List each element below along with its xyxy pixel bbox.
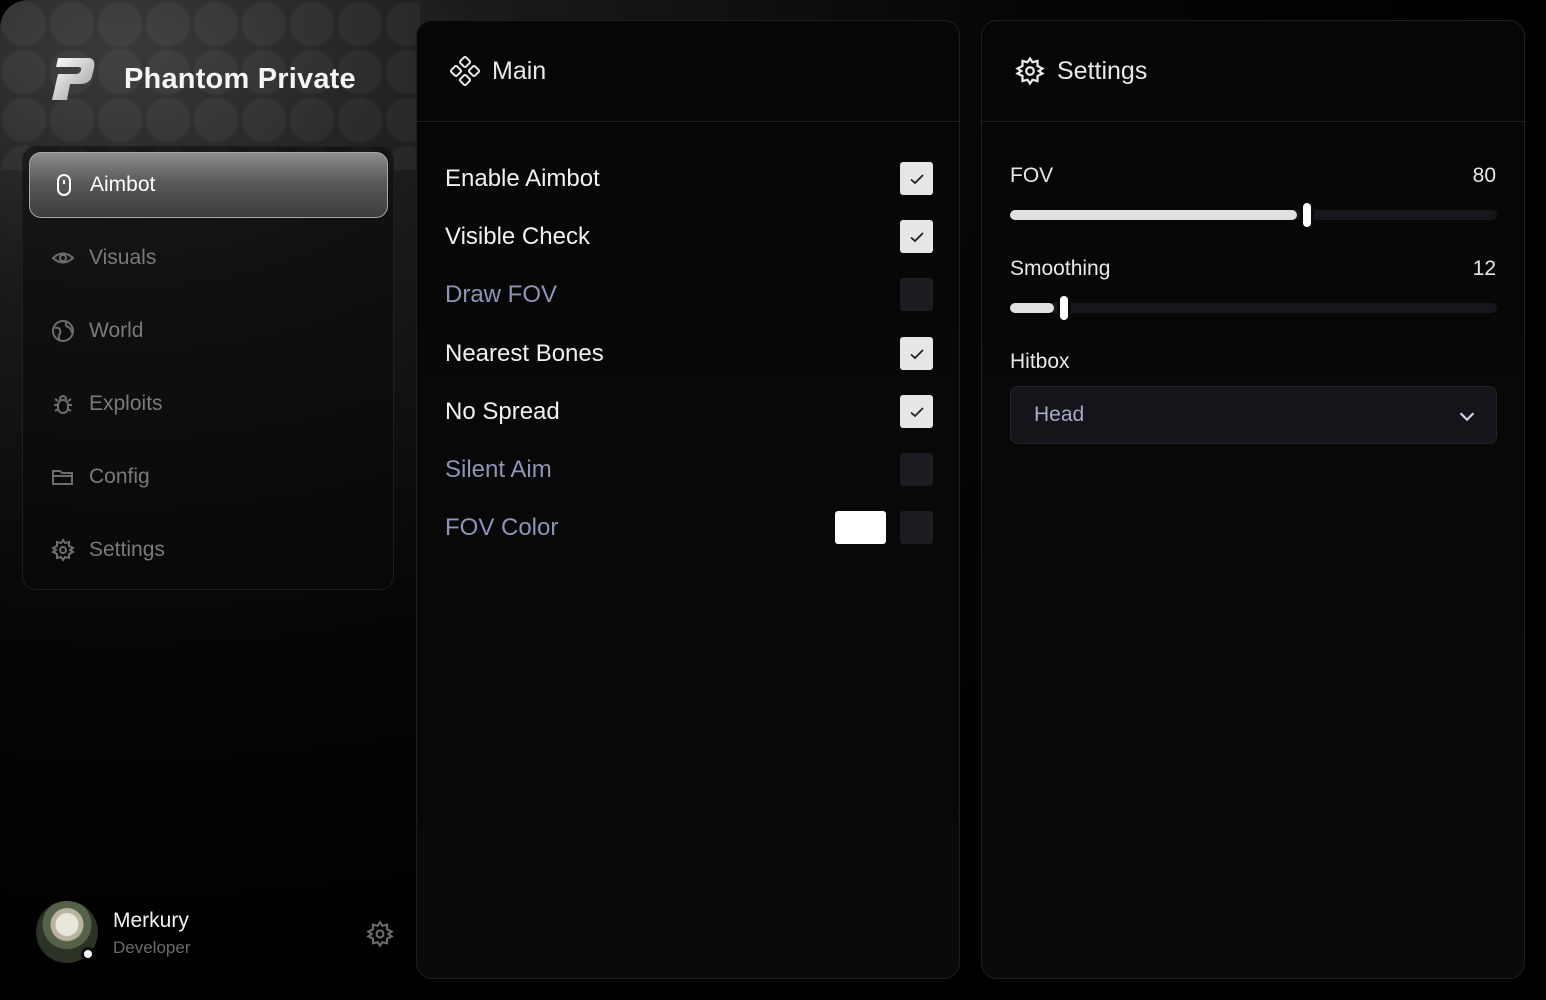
fov-slider-fill <box>1010 210 1297 220</box>
phantom-logo-icon <box>52 58 95 100</box>
eye-icon <box>51 246 75 270</box>
sidebar-item-aimbot[interactable]: Aimbot <box>29 152 388 218</box>
brand: Phantom Private <box>48 54 356 104</box>
smoothing-slider-fill <box>1010 303 1054 313</box>
silent-aim-checkbox[interactable] <box>900 453 933 486</box>
enable-aimbot-checkbox[interactable] <box>900 162 933 195</box>
option-row: Enable Aimbot <box>445 159 933 199</box>
folder-icon <box>51 465 75 489</box>
option-label: Silent Aim <box>445 456 552 483</box>
option-row: Visible Check <box>445 217 933 257</box>
fov-slider[interactable] <box>1010 200 1497 230</box>
option-label: No Spread <box>445 398 560 425</box>
settings-panel-header: Settings <box>982 21 1524 122</box>
smoothing-slider-thumb[interactable] <box>1057 293 1071 323</box>
option-row: Nearest Bones <box>445 334 933 374</box>
smoothing-label: Smoothing <box>1010 257 1111 280</box>
option-label: FOV Color <box>445 514 559 541</box>
user-name: Merkury <box>113 909 189 932</box>
main-panel-title: Main <box>492 56 547 85</box>
sidebar-item-visuals[interactable]: Visuals <box>29 225 388 291</box>
sidebar-item-label: Exploits <box>89 392 163 415</box>
option-row: Draw FOV <box>445 275 933 315</box>
checkmark-icon <box>909 231 924 242</box>
option-row: FOV Color <box>445 508 933 548</box>
main-panel: Main Enable Aimbot Visible Check Draw FO… <box>416 20 960 979</box>
sidebar-item-label: Settings <box>89 538 165 561</box>
hitbox-select[interactable]: Head <box>1010 386 1497 444</box>
hitbox-selected-value: Head <box>1034 403 1085 426</box>
mouse-icon <box>52 173 76 197</box>
fov-value: 80 <box>1472 164 1496 187</box>
diamond-grid-icon <box>450 56 480 86</box>
app-title: Phantom Private <box>124 62 356 95</box>
sidebar-item-label: Aimbot <box>90 173 156 196</box>
sidebar-nav: Aimbot Visuals World Exploits Config Set… <box>22 146 394 590</box>
fov-label: FOV <box>1010 164 1054 187</box>
online-status-dot <box>81 947 95 961</box>
no-spread-checkbox[interactable] <box>900 395 933 428</box>
app-window: Phantom Private Aimbot Visuals World Exp… <box>0 0 1546 1000</box>
fov-slider-thumb[interactable] <box>1300 200 1314 230</box>
bug-icon <box>51 392 75 416</box>
hitbox-label: Hitbox <box>1010 350 1070 373</box>
draw-fov-checkbox[interactable] <box>900 278 933 311</box>
main-panel-header: Main <box>417 21 959 122</box>
sidebar-item-world[interactable]: World <box>29 298 388 364</box>
visible-check-checkbox[interactable] <box>900 220 933 253</box>
checkmark-icon <box>909 173 924 184</box>
sidebar-item-label: Config <box>89 465 150 488</box>
gear-icon <box>1015 56 1045 86</box>
option-label: Nearest Bones <box>445 340 604 367</box>
globe-icon <box>51 319 75 343</box>
option-row: Silent Aim <box>445 450 933 490</box>
user-profile: Merkury Developer <box>36 901 396 965</box>
settings-panel-title: Settings <box>1057 56 1148 85</box>
sidebar-item-settings[interactable]: Settings <box>29 517 388 583</box>
smoothing-value: 12 <box>1472 257 1496 280</box>
user-settings-gear-icon[interactable] <box>366 920 394 948</box>
smoothing-slider[interactable] <box>1010 293 1497 323</box>
sidebar-item-config[interactable]: Config <box>29 444 388 510</box>
sidebar-item-label: World <box>89 319 144 342</box>
sidebar-item-exploits[interactable]: Exploits <box>29 371 388 437</box>
gear-icon <box>51 538 75 562</box>
user-role: Developer <box>113 938 191 957</box>
fov-color-swatch[interactable] <box>835 511 886 544</box>
option-label: Visible Check <box>445 223 590 250</box>
nearest-bones-checkbox[interactable] <box>900 337 933 370</box>
option-row: No Spread <box>445 392 933 432</box>
option-label: Draw FOV <box>445 281 558 308</box>
chevron-down-icon <box>1459 412 1475 422</box>
fov-color-checkbox[interactable] <box>900 511 933 544</box>
option-label: Enable Aimbot <box>445 165 600 192</box>
sidebar-item-label: Visuals <box>89 246 157 269</box>
settings-panel: Settings FOV 80 Smoothing 12 Hitbox Head <box>981 20 1525 979</box>
checkmark-icon <box>909 406 924 417</box>
checkmark-icon <box>909 348 924 359</box>
